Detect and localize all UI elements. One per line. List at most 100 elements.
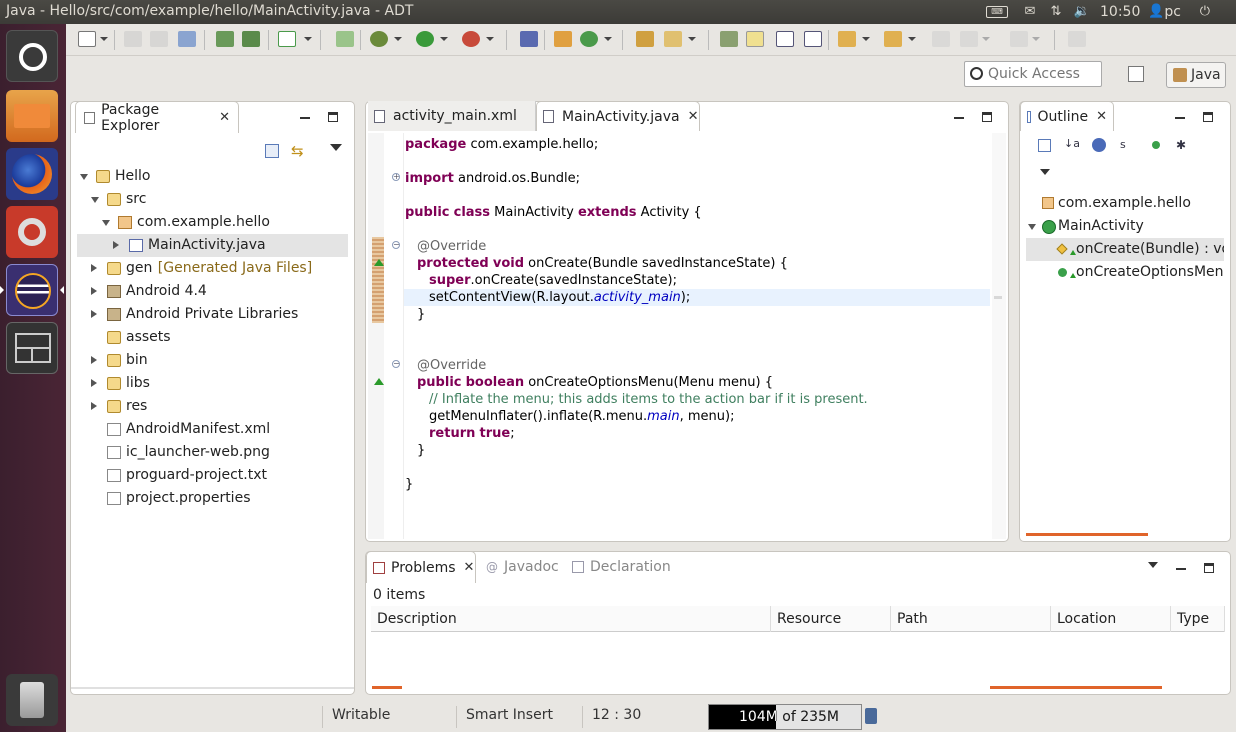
- close-icon[interactable]: ✕: [464, 560, 475, 575]
- new-icon[interactable]: [78, 31, 96, 47]
- avd-manager-icon[interactable]: [242, 31, 260, 47]
- outline-item[interactable]: MainActivity: [1026, 215, 1224, 238]
- search-icon[interactable]: [664, 31, 682, 47]
- lint-icon[interactable]: [278, 31, 296, 47]
- tree-item[interactable]: assets: [77, 326, 348, 349]
- external-tools-icon[interactable]: [462, 31, 480, 47]
- maximize-icon[interactable]: [328, 112, 338, 122]
- column-header-location[interactable]: Location: [1051, 606, 1171, 632]
- open-type-icon[interactable]: [636, 31, 654, 47]
- ubuntu-icon[interactable]: [6, 30, 58, 82]
- back-dropdown-icon[interactable]: [982, 37, 990, 41]
- tab-outline[interactable]: Outline ✕: [1020, 101, 1114, 131]
- tree-item[interactable]: src: [77, 188, 348, 211]
- previous-annotation-dropdown-icon[interactable]: [908, 37, 916, 41]
- show-whitespace-icon[interactable]: [804, 31, 822, 47]
- code-editor[interactable]: package com.example.hello; + import androi…: [374, 136, 990, 536]
- pin-editor-icon[interactable]: [1068, 31, 1086, 47]
- skip-breakpoints-icon[interactable]: [520, 31, 538, 47]
- link-with-editor-icon[interactable]: ⇆: [291, 142, 307, 160]
- toggle-highlight-icon[interactable]: [746, 31, 764, 47]
- sort-icon[interactable]: ↓a: [1064, 137, 1080, 150]
- collapsed-twistie-icon[interactable]: [113, 241, 119, 249]
- collapsed-twistie-icon[interactable]: [91, 264, 97, 272]
- collapsed-twistie-icon[interactable]: [91, 379, 97, 387]
- tree-item[interactable]: Android Private Libraries: [77, 303, 348, 326]
- run-icon[interactable]: [416, 31, 434, 47]
- firefox-icon[interactable]: [6, 148, 58, 200]
- user-name[interactable]: pc: [1164, 4, 1181, 20]
- minimize-icon[interactable]: [1176, 568, 1186, 570]
- tree-item[interactable]: Android 4.4: [77, 280, 348, 303]
- close-icon[interactable]: ✕: [688, 109, 699, 124]
- expanded-twistie-icon[interactable]: [91, 197, 99, 203]
- network-icon[interactable]: ⇅: [1046, 5, 1066, 19]
- minimize-icon[interactable]: [300, 117, 310, 119]
- view-menu-icon[interactable]: [1148, 562, 1158, 568]
- new-package-icon[interactable]: [554, 31, 572, 47]
- save-all-icon[interactable]: [150, 31, 168, 47]
- new-android-project-icon[interactable]: [336, 31, 354, 47]
- tree-item[interactable]: libs: [77, 372, 348, 395]
- back-icon[interactable]: [960, 31, 978, 47]
- tab-declaration[interactable]: Declaration: [566, 551, 678, 583]
- collapsed-twistie-icon[interactable]: [91, 287, 97, 295]
- external-tools-dropdown-icon[interactable]: [486, 37, 494, 41]
- tree-item[interactable]: ic_launcher-web.png: [77, 441, 348, 464]
- eclipse-icon[interactable]: [6, 264, 58, 316]
- mail-icon[interactable]: ✉: [1020, 5, 1040, 19]
- tree-item[interactable]: res: [77, 395, 348, 418]
- collapse-all-icon[interactable]: [1038, 139, 1051, 152]
- tab-mainactivity-java[interactable]: MainActivity.java ✕: [536, 101, 700, 131]
- new-class-dropdown-icon[interactable]: [604, 37, 612, 41]
- hide-local-types-icon[interactable]: ✱: [1176, 138, 1186, 152]
- last-edit-icon[interactable]: [932, 31, 950, 47]
- new-dropdown-icon[interactable]: [100, 37, 108, 41]
- power-icon[interactable]: ⏻: [1195, 5, 1215, 19]
- files-icon[interactable]: [6, 90, 58, 142]
- expanded-twistie-icon[interactable]: [1028, 224, 1036, 230]
- open-perspective-icon[interactable]: [1128, 66, 1144, 82]
- minimize-icon[interactable]: [954, 117, 964, 119]
- column-header-type[interactable]: Type: [1171, 606, 1225, 632]
- tab-problems[interactable]: Problems ✕: [366, 551, 476, 583]
- tab-activity-main-xml[interactable]: activity_main.xml: [368, 101, 536, 131]
- hide-fields-icon[interactable]: [1092, 138, 1106, 152]
- collapse-all-icon[interactable]: [265, 144, 279, 158]
- close-icon[interactable]: ✕: [219, 110, 230, 125]
- debug-icon[interactable]: [370, 31, 388, 47]
- heap-status[interactable]: 104M of 235M: [708, 704, 862, 730]
- fold-collapse-icon[interactable]: −: [392, 241, 400, 249]
- lint-dropdown-icon[interactable]: [304, 37, 312, 41]
- quick-access-input[interactable]: [988, 65, 1098, 83]
- save-icon[interactable]: [124, 31, 142, 47]
- user-icon[interactable]: 👤: [1148, 5, 1164, 19]
- print-icon[interactable]: [178, 31, 196, 47]
- column-header-path[interactable]: Path: [891, 606, 1051, 632]
- collapsed-twistie-icon[interactable]: [91, 402, 97, 410]
- tree-item[interactable]: bin: [77, 349, 348, 372]
- expanded-twistie-icon[interactable]: [80, 174, 88, 180]
- maximize-icon[interactable]: [1203, 112, 1213, 122]
- fold-expand-icon[interactable]: +: [392, 173, 400, 181]
- minimize-icon[interactable]: [1175, 117, 1185, 119]
- run-dropdown-icon[interactable]: [440, 37, 448, 41]
- view-menu-icon[interactable]: [1040, 169, 1050, 175]
- previous-annotation-icon[interactable]: [884, 31, 902, 47]
- forward-dropdown-icon[interactable]: [1032, 37, 1040, 41]
- tree-item[interactable]: AndroidManifest.xml: [77, 418, 348, 441]
- debug-dropdown-icon[interactable]: [394, 37, 402, 41]
- workspace-icon[interactable]: [6, 322, 58, 374]
- expanded-twistie-icon[interactable]: [102, 220, 110, 226]
- trash-icon[interactable]: [6, 674, 58, 726]
- tree-item[interactable]: gen [Generated Java Files]: [77, 257, 348, 280]
- column-header-description[interactable]: Description: [371, 606, 771, 632]
- column-header-resource[interactable]: Resource: [771, 606, 891, 632]
- settings-icon[interactable]: [6, 206, 58, 258]
- java-perspective-button[interactable]: Java: [1166, 62, 1226, 88]
- fold-collapse-icon[interactable]: −: [392, 360, 400, 368]
- sdk-manager-icon[interactable]: [216, 31, 234, 47]
- maximize-icon[interactable]: [982, 112, 992, 122]
- outline-item[interactable]: com.example.hello: [1026, 192, 1224, 215]
- tree-item[interactable]: project.properties: [77, 487, 348, 510]
